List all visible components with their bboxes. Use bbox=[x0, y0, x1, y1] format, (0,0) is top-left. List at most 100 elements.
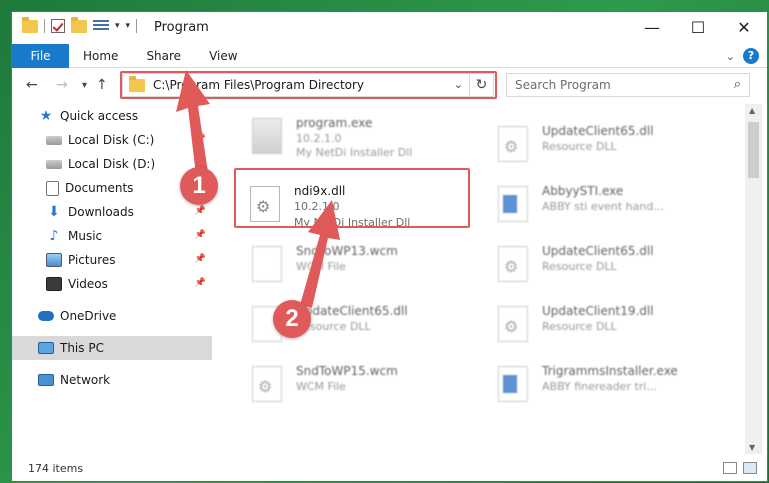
documents-icon bbox=[46, 180, 59, 196]
window-controls: — ☐ ✕ bbox=[629, 12, 767, 42]
file-type: Resource DLL bbox=[542, 140, 617, 153]
sidebar-item-onedrive[interactable]: OneDrive bbox=[12, 304, 212, 328]
sidebar-item-quick-access[interactable]: ★ Quick access bbox=[12, 104, 212, 128]
ribbon-tabs: File Home Share View ⌄ ? bbox=[12, 43, 767, 68]
large-icons-view-icon[interactable] bbox=[743, 462, 757, 474]
file-name: SndToWP15.wcm bbox=[296, 364, 398, 378]
sidebar-item-pictures[interactable]: Pictures 📌 bbox=[12, 248, 212, 272]
dll-file-icon bbox=[498, 246, 528, 282]
file-highlight-box bbox=[234, 168, 470, 228]
file-description: ABBY finereader tri... bbox=[542, 380, 657, 393]
tab-home[interactable]: Home bbox=[69, 44, 132, 68]
callout-step-2: 2 bbox=[273, 300, 311, 338]
scroll-thumb[interactable] bbox=[748, 122, 759, 178]
file-explorer-window: ▾ ▾ Program — ☐ ✕ File Home Share View ⌄… bbox=[11, 11, 768, 482]
sidebar-item-label: Local Disk (D:) bbox=[68, 157, 156, 171]
network-icon bbox=[38, 374, 54, 386]
videos-icon bbox=[46, 277, 62, 291]
search-box[interactable]: ⌕ bbox=[506, 73, 750, 97]
file-item-trigrammsinstaller-exe[interactable]: TrigrammsInstaller.exe ABBY finereader t… bbox=[484, 358, 724, 416]
new-folder-icon[interactable] bbox=[71, 16, 87, 33]
details-view-icon[interactable] bbox=[723, 462, 737, 474]
up-arrow-icon[interactable]: ↑ bbox=[96, 77, 108, 93]
sidebar-item-label: Music bbox=[68, 229, 103, 243]
pin-icon[interactable]: 📌 bbox=[195, 134, 206, 144]
scroll-down-icon[interactable]: ▼ bbox=[749, 443, 755, 452]
toolbar-divider bbox=[136, 19, 138, 33]
properties-check-icon[interactable] bbox=[51, 19, 65, 33]
file-type: Resource DLL bbox=[542, 260, 617, 273]
navigation-pane: ★ Quick access Local Disk (C:) 📌 Local D… bbox=[12, 104, 212, 454]
search-icon[interactable]: ⌕ bbox=[734, 77, 741, 92]
sidebar-item-label: OneDrive bbox=[60, 309, 117, 323]
tab-share[interactable]: Share bbox=[132, 44, 195, 68]
file-item-abbyysti-exe[interactable]: AbbyySTI.exe ABBY sti event hand... bbox=[484, 178, 724, 236]
properties-icon[interactable] bbox=[93, 19, 109, 33]
dll-file-icon bbox=[498, 126, 528, 162]
minimize-button[interactable]: — bbox=[629, 12, 675, 42]
sidebar-item-downloads[interactable]: ⬇ Downloads 📌 bbox=[12, 200, 212, 224]
forward-arrow-icon[interactable]: → bbox=[56, 77, 68, 93]
file-type: WCM File bbox=[296, 380, 346, 393]
sidebar-item-network[interactable]: Network bbox=[12, 368, 212, 392]
file-name: SndToWP13.wcm bbox=[296, 244, 398, 258]
sidebar-item-videos[interactable]: Videos 📌 bbox=[12, 272, 212, 296]
ribbon-right-controls: ⌄ ? bbox=[726, 48, 759, 64]
vertical-scrollbar[interactable]: ▲ ▼ bbox=[745, 104, 762, 454]
disk-icon bbox=[46, 159, 62, 169]
file-description: My NetDi Installer Dll bbox=[296, 146, 413, 159]
pin-icon[interactable]: 📌 bbox=[195, 278, 206, 288]
file-version: 10.2.1.0 bbox=[296, 132, 342, 145]
file-item-updateclient19-dll[interactable]: UpdateClient19.dll Resource DLL bbox=[484, 298, 724, 356]
pictures-icon bbox=[46, 253, 62, 267]
file-name: UpdateClient65.dll bbox=[542, 124, 654, 138]
toolbar-divider bbox=[44, 19, 45, 33]
pin-icon[interactable]: 📌 bbox=[195, 230, 206, 240]
folder-icon bbox=[22, 16, 38, 33]
sidebar-item-music[interactable]: ♪ Music 📌 bbox=[12, 224, 212, 248]
star-icon: ★ bbox=[39, 108, 53, 124]
scroll-up-icon[interactable]: ▲ bbox=[749, 106, 755, 115]
window-title: Program bbox=[154, 20, 209, 35]
tab-view[interactable]: View bbox=[195, 44, 251, 68]
file-icon bbox=[252, 246, 282, 282]
sidebar-item-label: Local Disk (C:) bbox=[68, 133, 155, 147]
pin-icon[interactable]: 📌 bbox=[195, 206, 206, 216]
pin-icon[interactable]: 📌 bbox=[195, 254, 206, 264]
file-name: UpdateClient65.dll bbox=[542, 244, 654, 258]
music-icon: ♪ bbox=[49, 228, 59, 244]
maximize-button[interactable]: ☐ bbox=[675, 12, 721, 42]
customize-toolbar-icon[interactable]: ▾ bbox=[126, 21, 131, 31]
file-name: TrigrammsInstaller.exe bbox=[542, 364, 678, 378]
sidebar-item-this-pc[interactable]: This PC bbox=[12, 336, 212, 360]
sidebar-item-label: Videos bbox=[68, 277, 108, 291]
callout-step-1: 1 bbox=[180, 167, 218, 205]
chevron-down-icon[interactable]: ▾ bbox=[115, 21, 120, 31]
search-input[interactable] bbox=[515, 78, 715, 92]
file-item-updateclient65-dll[interactable]: UpdateClient65.dll Resource DLL bbox=[484, 238, 724, 296]
onedrive-icon bbox=[38, 311, 54, 321]
address-highlight-box bbox=[120, 71, 497, 99]
close-button[interactable]: ✕ bbox=[721, 12, 767, 42]
item-count: 174 items bbox=[28, 462, 84, 475]
sidebar-item-label: Quick access bbox=[60, 109, 139, 123]
back-arrow-icon[interactable]: ← bbox=[26, 77, 38, 93]
dll-file-icon bbox=[252, 366, 282, 402]
exe-file-icon bbox=[498, 366, 528, 402]
sidebar-item-local-disk-d[interactable]: Local Disk (D:) bbox=[12, 152, 212, 176]
exe-file-icon bbox=[252, 118, 282, 154]
file-item-sndtowp13-wcm[interactable]: SndToWP13.wcm WCM File bbox=[238, 238, 478, 296]
expand-ribbon-icon[interactable]: ⌄ bbox=[726, 50, 735, 63]
tab-file[interactable]: File bbox=[12, 43, 69, 68]
file-description: ABBY sti event hand... bbox=[542, 200, 664, 213]
help-icon[interactable]: ? bbox=[743, 48, 759, 64]
sidebar-item-local-disk-c[interactable]: Local Disk (C:) 📌 bbox=[12, 128, 212, 152]
file-name: UpdateClient19.dll bbox=[542, 304, 654, 318]
file-item-updateclient65-dll[interactable]: UpdateClient65.dll Resource DLL bbox=[484, 118, 724, 176]
exe-file-icon bbox=[498, 186, 528, 222]
sidebar-item-label: Pictures bbox=[68, 253, 116, 267]
quick-access-toolbar: ▾ ▾ bbox=[22, 16, 138, 33]
recent-locations-icon[interactable]: ▾ bbox=[82, 80, 87, 91]
file-item-program-exe[interactable]: program.exe 10.2.1.0 My NetDi Installer … bbox=[238, 110, 478, 168]
file-item-sndtowp15-wcm[interactable]: SndToWP15.wcm WCM File bbox=[238, 358, 478, 416]
